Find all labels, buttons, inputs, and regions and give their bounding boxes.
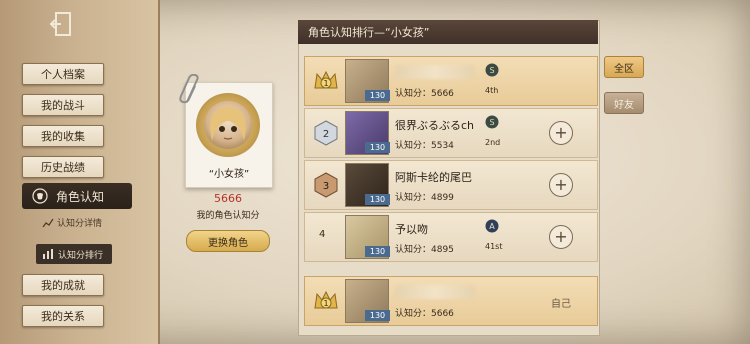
paperclip-icon — [179, 74, 199, 104]
svg-text:1: 1 — [323, 79, 328, 88]
svg-text:A: A — [489, 222, 495, 231]
add-friend-button[interactable]: + — [549, 121, 573, 145]
ranking-row[interactable]: 1 130 认知分：5666 S 4th — [304, 56, 598, 106]
level-tag: 130 — [365, 310, 390, 321]
player-name-hidden — [395, 285, 475, 299]
svg-text:S: S — [489, 66, 494, 75]
ranking-row[interactable]: 2 130 很界ぶるぶるch 认知分：5534 S 2nd + — [304, 108, 598, 158]
exit-icon[interactable] — [48, 10, 74, 38]
shield-icon — [32, 188, 48, 204]
change-character-button[interactable]: 更换角色 — [186, 230, 270, 252]
tab-all-servers[interactable]: 全区 — [604, 56, 644, 78]
level-tag: 130 — [365, 90, 390, 101]
menu-personal-profile[interactable]: 个人档案 — [22, 63, 104, 85]
ranking-row[interactable]: 3 130 阿斯卡纶的尾巴 认知分：4899 + — [304, 160, 598, 210]
my-score-value: 5666 — [214, 192, 242, 205]
badge-label: 2nd — [485, 138, 501, 147]
player-score: 认知分：5666 — [395, 89, 454, 99]
svg-text:S: S — [489, 118, 494, 127]
sub-menu-score-details[interactable]: 认知分详情 — [42, 216, 102, 229]
badge-label: 41st — [485, 242, 503, 251]
level-tag: 130 — [365, 246, 390, 257]
rank-medal-icon: 3 — [314, 172, 338, 198]
player-score: 认知分：5534 — [395, 141, 454, 151]
rank-medal-icon: 2 — [314, 120, 338, 146]
my-score-caption: 我的角色认知分 — [196, 211, 260, 221]
level-tag: 130 — [365, 194, 390, 205]
ranking-title: 角色认知排行—“小女孩” — [298, 20, 598, 44]
self-label: 自己 — [551, 299, 571, 310]
add-friend-button[interactable]: + — [549, 173, 573, 197]
ranking-row[interactable]: 4 130 予以吻 认知分：4895 A 41st + — [304, 212, 598, 262]
crown-rank-icon: 1 — [314, 70, 338, 89]
rank-badge-icon: S — [485, 63, 499, 77]
player-name-hidden — [395, 65, 475, 79]
sub-menu-score-ranking[interactable]: 认知分排行 — [36, 244, 112, 264]
player-name: 阿斯卡纶的尾巴 — [395, 171, 472, 184]
self-ranking-row: 1 130 认知分：5666 自己 — [304, 276, 598, 326]
rank-number: 4 — [319, 229, 326, 240]
menu-role-cognition[interactable]: 角色认知 — [22, 183, 132, 209]
menu-my-achievements[interactable]: 我的成就 — [22, 274, 104, 296]
character-name: “小女孩” — [208, 169, 250, 180]
sidebar: 个人档案 我的战斗 我的收集 历史战绩 角色认知 认知分详情 认知分排行 我的成… — [0, 0, 160, 344]
level-tag: 130 — [365, 142, 390, 153]
menu-my-collection[interactable]: 我的收集 — [22, 125, 104, 147]
player-name: 很界ぶるぶるch — [395, 119, 475, 132]
tab-friends[interactable]: 好友 — [604, 92, 644, 114]
bar-chart-icon — [43, 249, 53, 259]
svg-text:1: 1 — [323, 299, 328, 308]
player-name: 予以吻 — [395, 223, 428, 236]
menu-my-battles[interactable]: 我的战斗 — [22, 94, 104, 116]
svg-text:3: 3 — [323, 181, 329, 192]
rank-badge-icon: A — [485, 219, 499, 233]
crown-rank-icon: 1 — [314, 290, 338, 309]
chart-line-icon — [42, 218, 54, 227]
menu-history-record[interactable]: 历史战绩 — [22, 156, 104, 178]
badge-label: 4th — [485, 86, 499, 95]
rank-badge-icon: S — [485, 115, 499, 129]
player-score: 认知分：4899 — [395, 193, 454, 203]
menu-my-relations[interactable]: 我的关系 — [22, 305, 104, 327]
character-avatar — [204, 101, 252, 149]
add-friend-button[interactable]: + — [549, 225, 573, 249]
svg-text:2: 2 — [323, 129, 329, 140]
player-score: 认知分：5666 — [395, 309, 454, 319]
player-score: 认知分：4895 — [395, 245, 454, 255]
